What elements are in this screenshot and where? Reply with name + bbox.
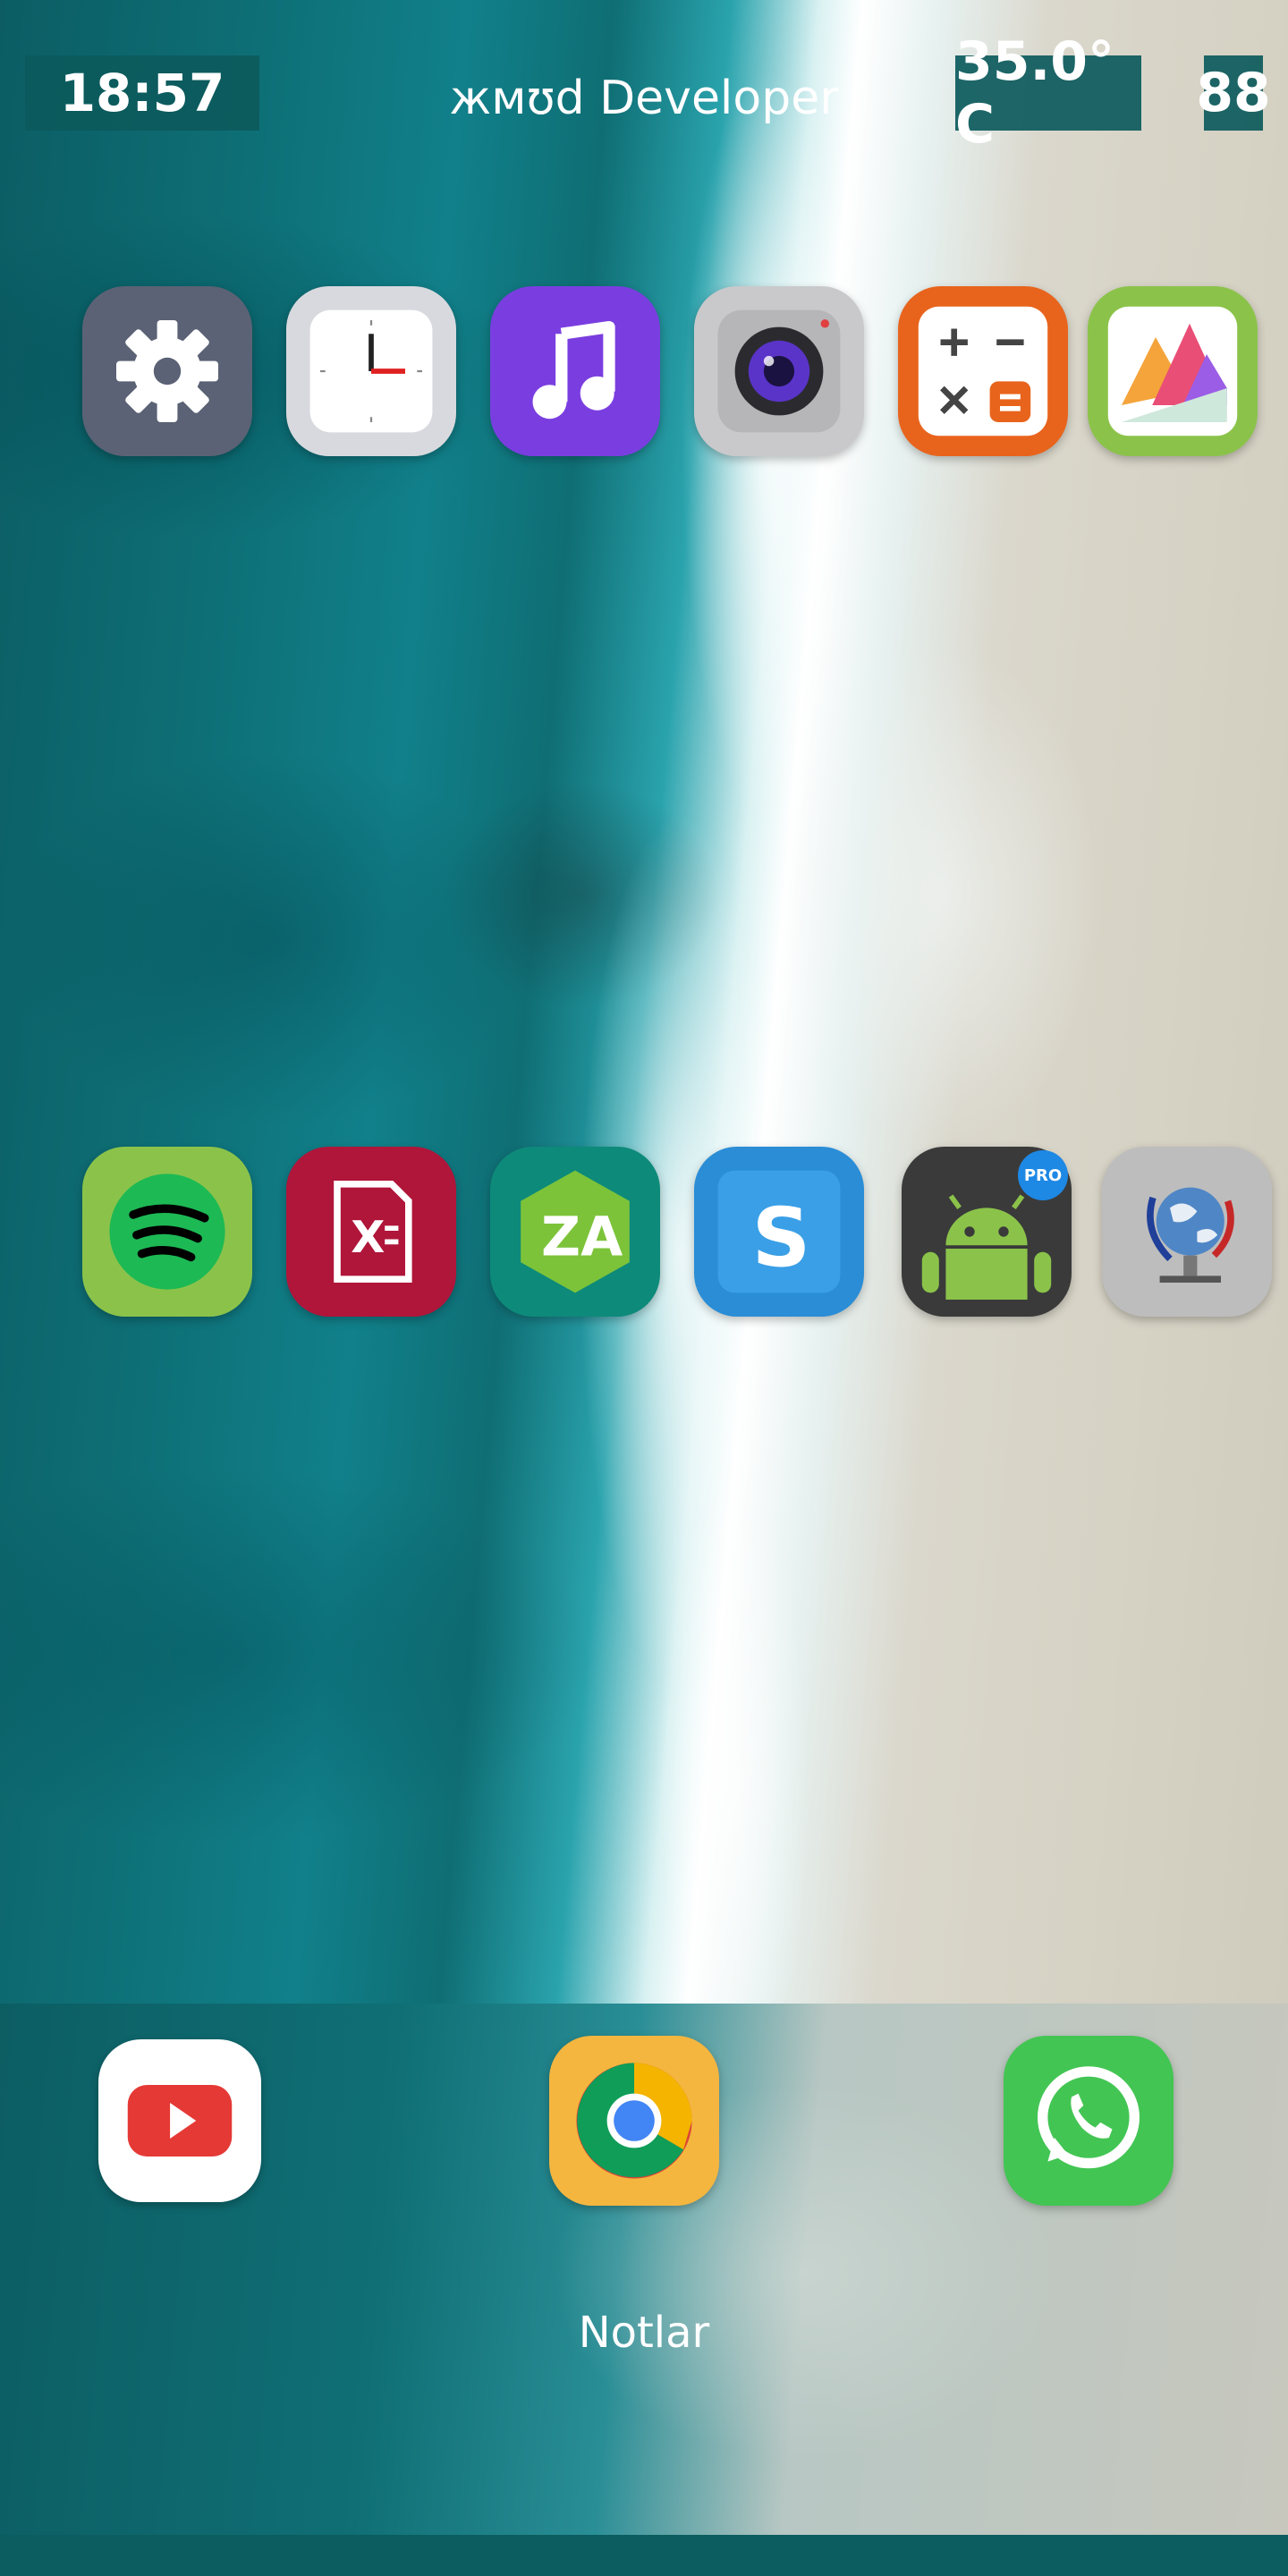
settings-app-icon[interactable] xyxy=(82,286,252,456)
home-screen: 18:57 жмʊd Developer 35.0° C 88 X ZA S P… xyxy=(0,0,1288,2576)
gallery-icon xyxy=(1107,306,1238,436)
youtube-app-icon[interactable] xyxy=(98,2039,261,2202)
clock-app-icon[interactable] xyxy=(286,286,456,456)
excel-app-icon[interactable]: X xyxy=(286,1147,456,1317)
camera-app-icon[interactable] xyxy=(694,286,864,456)
whatsapp-icon xyxy=(1038,2066,1140,2169)
sketchware-app-icon[interactable]: S xyxy=(694,1147,864,1317)
gallery-app-icon[interactable] xyxy=(1088,286,1258,456)
network-globe-app-icon[interactable] xyxy=(1102,1147,1272,1317)
chrome-app-icon[interactable] xyxy=(549,2036,719,2206)
svg-text:X: X xyxy=(351,1211,385,1263)
status-temperature: 35.0° C xyxy=(955,30,1141,156)
camera-icon xyxy=(717,309,841,433)
whatsapp-app-icon[interactable] xyxy=(1004,2036,1174,2206)
music-app-icon[interactable] xyxy=(490,286,660,456)
clock-icon xyxy=(309,309,433,433)
svg-text:S: S xyxy=(752,1190,811,1285)
navigation-strip xyxy=(0,2535,1288,2576)
network-globe-icon xyxy=(1147,1187,1234,1283)
dock-label-notlar[interactable]: Notlar xyxy=(465,2308,823,2358)
calculator-app-icon[interactable] xyxy=(898,286,1068,456)
svg-text:ZA: ZA xyxy=(541,1207,623,1269)
chrome-icon xyxy=(576,2063,692,2179)
pro-badge: PRO xyxy=(1018,1150,1068,1200)
settings-icon xyxy=(116,320,218,422)
music-icon xyxy=(532,320,615,419)
spotify-icon xyxy=(109,1174,225,1290)
zarchiver-icon: ZA xyxy=(521,1170,630,1293)
status-time: 18:57 xyxy=(25,55,259,131)
status-carrier: жмʊd Developer xyxy=(449,72,839,125)
status-battery: 88 xyxy=(1196,55,1271,131)
spotify-app-icon[interactable] xyxy=(82,1147,252,1317)
sketchware-icon: S xyxy=(717,1170,841,1293)
calculator-icon xyxy=(918,306,1048,436)
excel-icon: X xyxy=(334,1181,412,1283)
zarchiver-app-icon[interactable]: ZA xyxy=(490,1147,660,1317)
youtube-icon xyxy=(127,2084,233,2157)
